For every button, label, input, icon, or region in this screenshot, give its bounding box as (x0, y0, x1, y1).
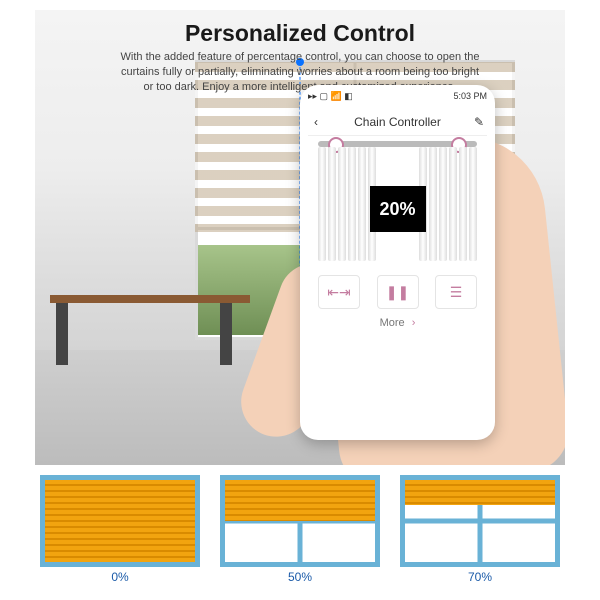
swatch-row: 0% 50% 70% (35, 475, 565, 590)
swatch-label: 70% (468, 570, 492, 584)
curtain-fold (338, 147, 346, 261)
swatch-label: 0% (111, 570, 128, 584)
edit-icon[interactable]: ✎ (471, 114, 487, 130)
swatch-1: 50% (215, 475, 385, 590)
swatch-blind (225, 480, 375, 521)
swatch-window (40, 475, 200, 567)
curtain-visual[interactable]: 20% (318, 141, 477, 261)
phone: ▸▸ ▢ 📶 ◧ 5:03 PM ‹ Chain Controller ✎ (300, 85, 495, 440)
swatch-blind (45, 480, 195, 562)
curtain-fold (358, 147, 366, 261)
headline: Personalized Control (70, 20, 530, 47)
desk (50, 295, 250, 365)
control-row: ⇤⇥ ❚❚ ☰ (318, 275, 477, 309)
curtain-fold (328, 147, 336, 261)
swatch-0: 0% (35, 475, 205, 590)
swatch-window (220, 475, 380, 567)
product-graphic: 80% Personalized Control With the added … (0, 0, 600, 600)
more-label: More (380, 317, 405, 329)
window-sash-h (405, 519, 555, 524)
curtain-fold (449, 147, 457, 261)
percent-display: 20% (370, 186, 426, 232)
swatch-window (400, 475, 560, 567)
status-icons-left: ▸▸ ▢ 📶 ◧ (308, 91, 353, 101)
curtain-fold (469, 147, 477, 261)
swatch-2: 70% (395, 475, 565, 590)
app-bar: ‹ Chain Controller ✎ (308, 109, 487, 136)
curtain-fold (318, 147, 326, 261)
curtain-fold (459, 147, 467, 261)
curtain-fold (439, 147, 447, 261)
phone-statusbar: ▸▸ ▢ 📶 ◧ 5:03 PM (308, 91, 487, 105)
desk-top (50, 295, 250, 303)
desk-leg (56, 303, 68, 365)
desk-leg (220, 303, 232, 365)
pause-button[interactable]: ❚❚ (377, 275, 419, 309)
more-row[interactable]: More › (300, 317, 495, 329)
status-time: 5:03 PM (453, 91, 487, 101)
hand-holding-phone: ▸▸ ▢ 📶 ◧ 5:03 PM ‹ Chain Controller ✎ (245, 80, 555, 465)
back-icon[interactable]: ‹ (308, 114, 324, 130)
open-button[interactable]: ⇤⇥ (318, 275, 360, 309)
swatch-blind (405, 480, 555, 505)
close-button[interactable]: ☰ (435, 275, 477, 309)
app-title: Chain Controller (354, 115, 441, 129)
curtain-right (417, 147, 477, 261)
chevron-right-icon: › (412, 317, 416, 329)
curtain-fold (429, 147, 437, 261)
swatch-label: 50% (288, 570, 312, 584)
curtain-fold (348, 147, 356, 261)
hero-room: 80% Personalized Control With the added … (35, 10, 565, 465)
